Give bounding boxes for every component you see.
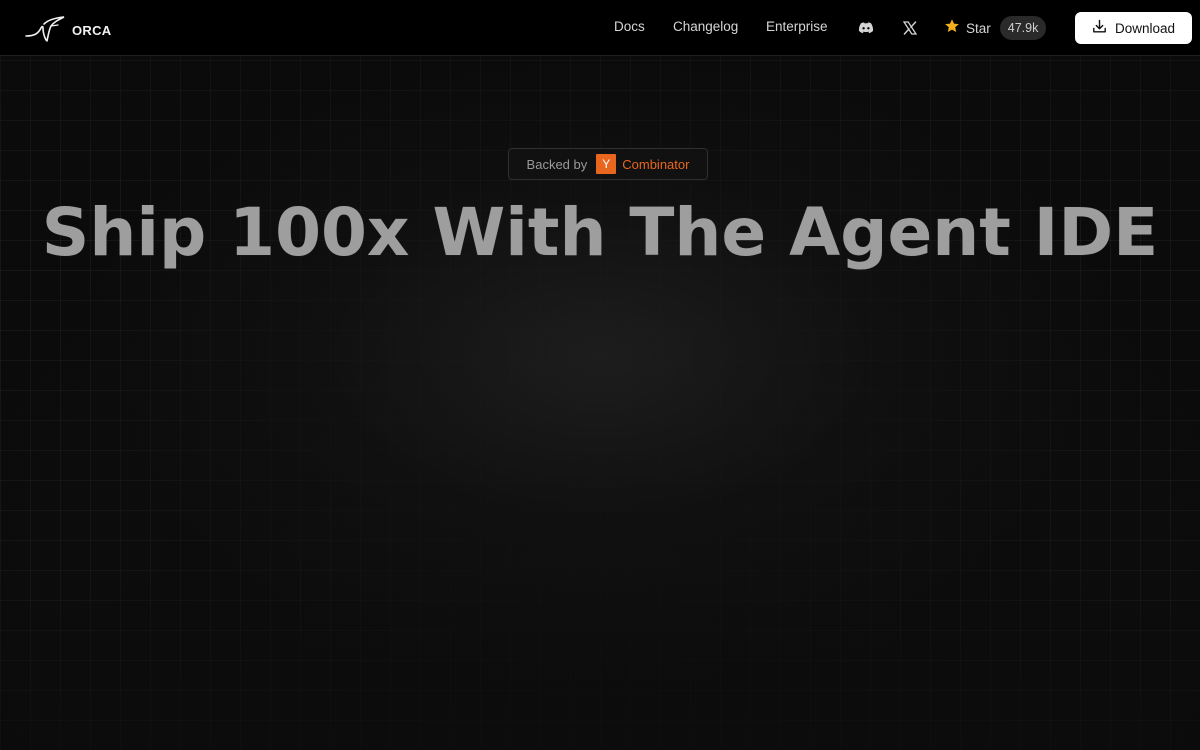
github-star-button[interactable]: Star 47.9k [944,14,1047,42]
nav-link-changelog[interactable]: Changelog [673,19,738,34]
download-label: Download [1114,20,1176,36]
y-combinator-logo-icon: Y [596,154,617,174]
nav-link-enterprise[interactable]: Enterprise [766,19,828,34]
star-count-badge: 47.9k [999,16,1047,40]
star-icon [944,18,960,39]
brand-home-link[interactable]: ORCA [24,14,111,47]
top-nav-bar: ORCA Docs Changelog Enterprise Star 47.9… [0,0,1200,56]
orca-logo-icon [24,14,66,47]
badge-prefix: Backed by [526,156,588,172]
download-icon [1092,19,1115,37]
landing-page: ORCA Docs Changelog Enterprise Star 47.9… [0,0,1200,750]
backed-by-badge[interactable]: Backed by Y Combinator [508,148,708,180]
star-label: Star [966,20,991,36]
brand-name: ORCA [72,23,112,38]
badge-brand: Combinator [622,156,690,172]
download-button[interactable]: Download [1075,12,1192,44]
x-twitter-icon[interactable] [900,18,920,38]
hero-title: Ship 100x With The Agent IDE [41,194,1159,271]
discord-icon[interactable] [856,18,876,38]
nav-link-docs[interactable]: Docs [614,19,645,34]
